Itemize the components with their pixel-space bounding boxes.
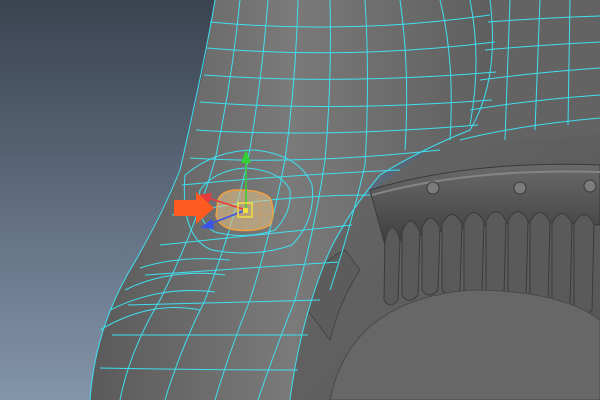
- belt-stud: [426, 181, 440, 195]
- belt-stud: [513, 181, 527, 195]
- belt-stud: [583, 179, 597, 193]
- viewport-canvas[interactable]: [0, 0, 600, 400]
- maya-viewport[interactable]: [0, 0, 600, 400]
